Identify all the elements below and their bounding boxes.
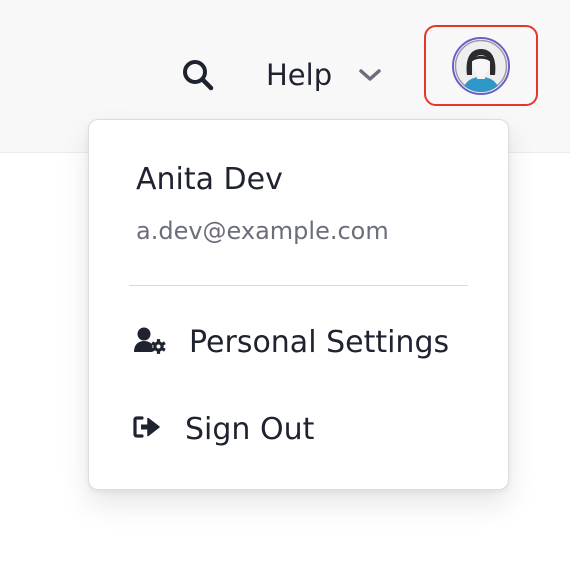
avatar-button[interactable]	[424, 25, 538, 106]
chevron-down-icon	[358, 67, 382, 83]
user-name: Anita Dev	[136, 162, 283, 197]
menu-item-label: Personal Settings	[189, 324, 450, 360]
search-icon	[183, 60, 214, 91]
help-dropdown-button[interactable]: Help	[266, 52, 382, 98]
help-label: Help	[266, 58, 333, 92]
menu-item-sign-out[interactable]: Sign Out	[133, 405, 314, 453]
account-dropdown-menu: Anita Dev a.dev@example.com Personal Set…	[88, 119, 509, 490]
user-avatar-icon	[452, 36, 510, 95]
user-cog-icon	[133, 326, 167, 358]
menu-divider	[129, 285, 468, 286]
search-button[interactable]	[178, 55, 218, 95]
menu-item-personal-settings[interactable]: Personal Settings	[133, 318, 449, 366]
user-email: a.dev@example.com	[136, 217, 389, 245]
sign-out-icon	[133, 415, 161, 443]
menu-item-label: Sign Out	[185, 411, 315, 447]
